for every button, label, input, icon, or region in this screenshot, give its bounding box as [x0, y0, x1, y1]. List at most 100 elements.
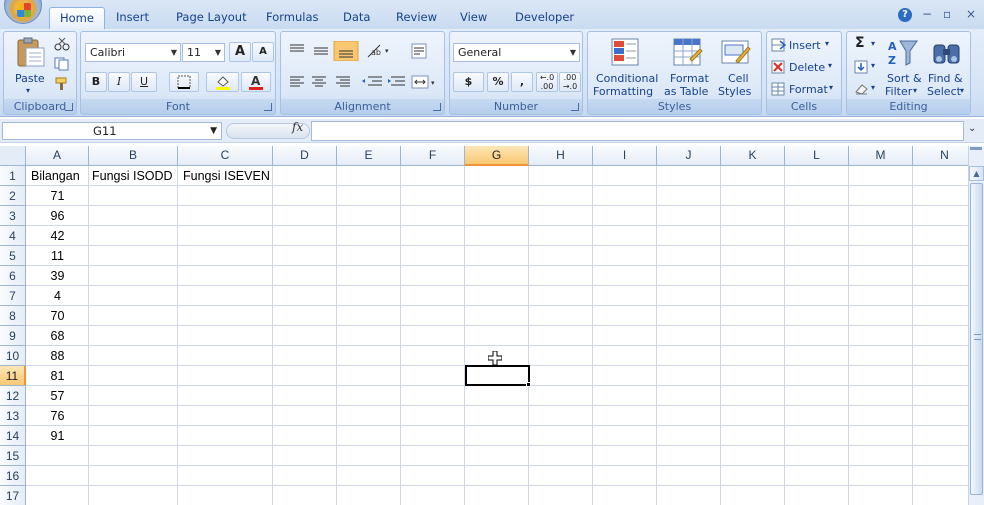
currency-button[interactable]: $ — [453, 72, 484, 92]
merge-center-icon[interactable]: ▾ — [411, 75, 435, 89]
format-dropdown-icon[interactable]: ▾ — [829, 83, 833, 92]
cell-A8[interactable]: 70 — [26, 306, 89, 326]
tab-review[interactable]: Review — [396, 7, 437, 29]
clipboard-launcher-icon[interactable] — [65, 103, 73, 111]
font-size-dropdown-icon[interactable]: ▼ — [215, 44, 221, 61]
align-middle-icon[interactable] — [314, 47, 328, 55]
cell-A7[interactable]: 4 — [26, 286, 89, 306]
cell-A14[interactable]: 91 — [26, 426, 89, 446]
format-painter-icon[interactable] — [54, 77, 70, 91]
row-header-2[interactable]: 2 — [0, 186, 26, 206]
column-header-G[interactable]: G — [465, 146, 529, 166]
tab-data[interactable]: Data — [343, 7, 370, 29]
increase-indent-icon[interactable] — [388, 76, 405, 86]
number-format-dropdown-icon[interactable]: ▼ — [570, 44, 576, 61]
format-as-table-label-2[interactable]: as Table — [664, 85, 708, 98]
font-name-dropdown-icon[interactable]: ▼ — [171, 44, 177, 61]
paste-dropdown-icon[interactable]: ▾ — [26, 86, 30, 95]
autosum-button[interactable]: Σ — [855, 35, 865, 51]
comma-button[interactable]: , — [511, 72, 533, 92]
minimize-button[interactable]: − — [922, 7, 932, 21]
fill-dropdown-icon[interactable]: ▾ — [871, 61, 875, 70]
row-header-14[interactable]: 14 — [0, 426, 26, 446]
clear-icon[interactable] — [854, 82, 870, 96]
column-header-J[interactable]: J — [657, 146, 721, 166]
font-size-combo[interactable]: 11 ▼ — [182, 43, 225, 62]
paste-button[interactable]: Paste — [15, 72, 45, 85]
alignment-launcher-icon[interactable] — [433, 103, 441, 111]
office-button[interactable] — [4, 0, 42, 24]
autosum-dropdown-icon[interactable]: ▾ — [871, 39, 875, 48]
find-select-dropdown-icon[interactable]: ▾ — [960, 86, 964, 95]
number-launcher-icon[interactable] — [571, 103, 579, 111]
name-box[interactable]: G11 ▼ — [2, 122, 222, 140]
fill-color-button[interactable] — [206, 72, 239, 92]
insert-dropdown-icon[interactable]: ▾ — [825, 39, 829, 48]
row-header-16[interactable]: 16 — [0, 466, 26, 486]
row-header-5[interactable]: 5 — [0, 246, 26, 266]
formula-input[interactable] — [311, 121, 964, 141]
column-header-I[interactable]: I — [593, 146, 657, 166]
worksheet-grid[interactable]: ABCDEFGHIJKLMN 1 2 3 4 5 6 7 8 9 10 11 12 13 14 15 16 17… — [0, 146, 968, 505]
column-header-A[interactable]: A — [26, 146, 89, 166]
wrap-text-icon[interactable] — [411, 43, 429, 61]
column-header-B[interactable]: B — [89, 146, 178, 166]
font-launcher-icon[interactable] — [264, 103, 272, 111]
delete-dropdown-icon[interactable]: ▾ — [828, 61, 832, 70]
row-header-13[interactable]: 13 — [0, 406, 26, 426]
fill-icon[interactable] — [854, 60, 870, 74]
font-name-combo[interactable]: Calibri ▼ — [85, 43, 181, 62]
row-header-8[interactable]: 8 — [0, 306, 26, 326]
select-all-button[interactable] — [0, 146, 26, 166]
tab-view[interactable]: View — [460, 7, 487, 29]
fill-handle[interactable] — [526, 382, 531, 387]
row-header-15[interactable]: 15 — [0, 446, 26, 466]
cell-A10[interactable]: 88 — [26, 346, 89, 366]
expand-formula-bar-icon[interactable]: ⌄ — [968, 123, 976, 134]
decrease-indent-icon[interactable] — [362, 76, 382, 86]
row-header-17[interactable]: 17 — [0, 486, 26, 505]
close-button[interactable]: × — [966, 7, 976, 21]
split-box[interactable] — [970, 147, 982, 150]
cell-C1[interactable]: Fungsi ISEVEN — [183, 166, 270, 186]
align-right-icon[interactable] — [336, 76, 350, 87]
cell-A13[interactable]: 76 — [26, 406, 89, 426]
increase-decimal-button[interactable]: ←.0 .00 — [536, 72, 558, 92]
cell-B1[interactable]: Fungsi ISODD — [92, 166, 173, 186]
conditional-formatting-button[interactable]: Conditional — [596, 72, 658, 85]
format-cells-button[interactable]: Format — [789, 83, 828, 96]
column-header-K[interactable]: K — [721, 146, 785, 166]
format-as-table-button[interactable]: Format — [670, 72, 709, 85]
tab-home[interactable]: Home — [49, 7, 105, 29]
tab-formulas[interactable]: Formulas — [266, 7, 319, 29]
cell-A12[interactable]: 57 — [26, 386, 89, 406]
italic-button[interactable]: I — [108, 72, 130, 92]
sort-filter-dropdown-icon[interactable]: ▾ — [913, 86, 917, 95]
column-header-E[interactable]: E — [337, 146, 401, 166]
row-header-6[interactable]: 6 — [0, 266, 26, 286]
font-color-button[interactable]: A — [241, 72, 271, 92]
conditional-formatting-label-2[interactable]: Formatting — [593, 85, 653, 98]
cell-A5[interactable]: 11 — [26, 246, 89, 266]
help-icon[interactable]: ? — [898, 8, 912, 22]
column-header-F[interactable]: F — [401, 146, 465, 166]
row-header-9[interactable]: 9 — [0, 326, 26, 346]
row-header-1[interactable]: 1 — [0, 166, 26, 186]
tab-insert[interactable]: Insert — [116, 7, 149, 29]
underline-button[interactable]: U — [131, 72, 157, 92]
cell-A9[interactable]: 68 — [26, 326, 89, 346]
shrink-font-button[interactable]: A — [252, 42, 274, 62]
orientation-icon[interactable]: ab ▾ — [367, 44, 389, 58]
tab-page-layout[interactable]: Page Layout — [176, 7, 247, 29]
row-header-10[interactable]: 10 — [0, 346, 26, 366]
cell-styles-label-2[interactable]: Styles — [718, 85, 751, 98]
delete-cells-button[interactable]: Delete — [789, 61, 825, 74]
row-header-11[interactable]: 11 — [0, 366, 26, 386]
cut-icon[interactable] — [54, 37, 70, 51]
column-header-M[interactable]: M — [849, 146, 913, 166]
cell-A1[interactable]: Bilangan — [31, 166, 80, 186]
find-select-button[interactable]: Find & — [928, 72, 963, 85]
insert-function-icon[interactable]: fx — [292, 120, 303, 134]
borders-button[interactable] — [169, 72, 199, 92]
column-header-C[interactable]: C — [178, 146, 273, 166]
